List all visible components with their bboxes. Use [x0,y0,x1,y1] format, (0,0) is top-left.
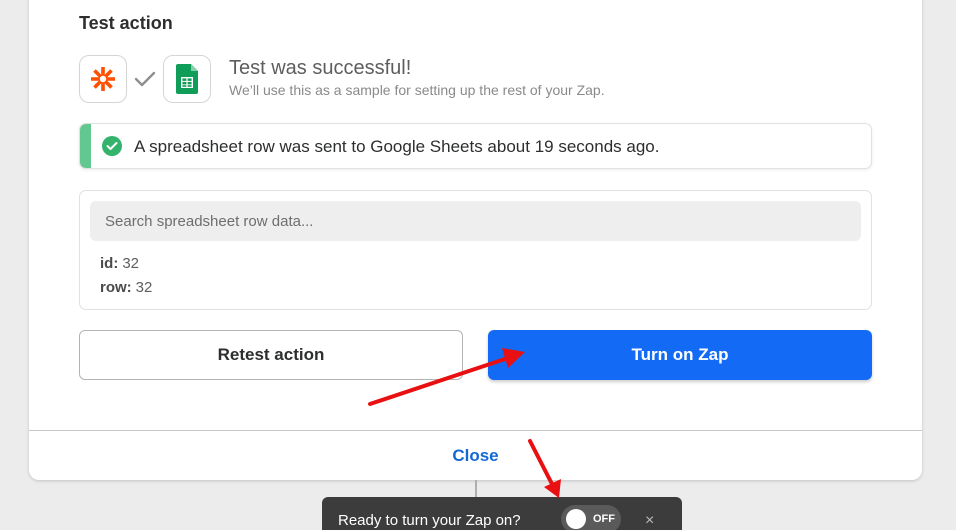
zap-toggle[interactable]: OFF [561,505,621,530]
row-data-panel: id:32 row:32 [79,190,872,310]
success-subtitle: We’ll use this as a sample for setting u… [229,82,605,98]
success-title: Test was successful! [229,57,412,79]
close-button[interactable]: Close [29,446,922,466]
turn-on-toast: Ready to turn your Zap on? OFF × [322,497,682,530]
retest-action-button[interactable]: Retest action [79,330,463,380]
divider [29,430,922,431]
field-value: 32 [135,279,153,296]
toggle-state-label: OFF [593,513,615,525]
success-notice: A spreadsheet row was sent to Google She… [79,123,872,169]
google-sheets-icon [163,55,211,103]
notice-accent-bar [80,124,91,168]
test-action-panel: Test action Test was successful! We’ll u… [29,0,922,480]
data-field-row: row: 32 [100,279,152,296]
flow-connector-line [475,480,477,498]
check-icon [134,71,156,87]
notice-text: A spreadsheet row was sent to Google She… [134,137,660,156]
field-key: id: [100,255,119,272]
search-input[interactable] [90,201,861,241]
panel-title: Test action [79,13,173,33]
zapier-asterisk-icon [79,55,127,103]
field-key: row: [100,279,132,296]
toggle-knob [566,509,586,529]
close-icon[interactable]: × [645,512,654,530]
data-field-id: id: 32 [100,255,139,272]
turn-on-zap-button[interactable]: Turn on Zap [488,330,872,380]
field-value: 32 [122,255,140,272]
toast-text: Ready to turn your Zap on? [338,512,521,529]
success-check-icon [102,136,122,156]
